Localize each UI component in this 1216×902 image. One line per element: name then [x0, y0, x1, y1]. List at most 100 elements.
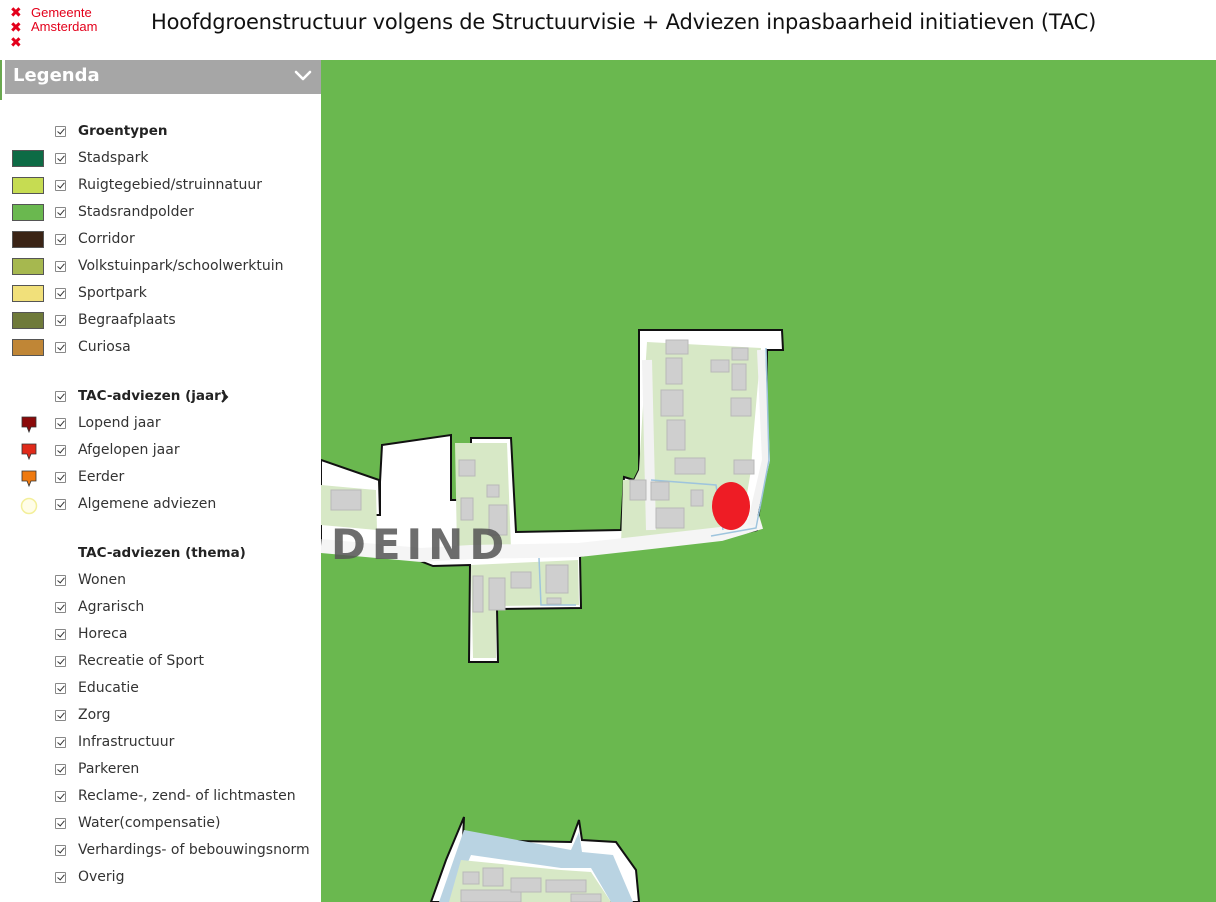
legend-item-groentype[interactable]: Sportpark — [0, 283, 321, 305]
color-swatch — [12, 258, 44, 275]
marker-red-icon — [21, 443, 37, 461]
legend-checkbox[interactable] — [55, 656, 66, 667]
legend-item-tac-thema[interactable]: Infrastructuur — [0, 732, 321, 754]
legend-item-label: Overig — [78, 869, 125, 885]
legend-item-tac-jaar[interactable]: Eerder — [0, 467, 321, 489]
legend-checkbox[interactable] — [55, 315, 66, 326]
legend-item-label: Horeca — [78, 626, 128, 642]
page-title: Hoofdgroenstructuur volgens de Structuur… — [151, 10, 1097, 34]
legend-group-tac-thema: TAC-adviezen (thema) — [0, 543, 321, 565]
chevron-right-icon[interactable] — [220, 391, 230, 403]
logo-text-line1: Gemeente — [31, 5, 92, 20]
legend-checkbox[interactable] — [55, 288, 66, 299]
legend-item-groentype[interactable]: Stadspark — [0, 148, 321, 170]
legend-item-tac-thema[interactable]: Parkeren — [0, 759, 321, 781]
legend-checkbox[interactable] — [55, 737, 66, 748]
legend-item-label: Stadsrandpolder — [78, 204, 194, 220]
cross-icon: ✖ — [10, 35, 22, 51]
color-swatch — [12, 285, 44, 302]
legend-item-tac-jaar[interactable]: Lopend jaar — [0, 413, 321, 435]
legend-checkbox[interactable] — [55, 818, 66, 829]
legend-item-tac-thema[interactable]: Overig — [0, 867, 321, 889]
legend-item-label: Volkstuinpark/schoolwerktuin — [78, 258, 284, 274]
legend-item-label: Water(compensatie) — [78, 815, 221, 831]
legend-item-label: Sportpark — [78, 285, 147, 301]
legend-item-label: Stadspark — [78, 150, 149, 166]
legend-checkbox[interactable] — [55, 153, 66, 164]
legend-item-label: Wonen — [78, 572, 126, 588]
legend-item-label: Verhardings- of bebouwingsnorm — [78, 842, 310, 858]
legend-checkbox[interactable] — [55, 764, 66, 775]
legend-checkbox[interactable] — [55, 499, 66, 510]
legend-checkbox[interactable] — [55, 602, 66, 613]
legend-checkbox[interactable] — [55, 418, 66, 429]
gemeente-amsterdam-logo[interactable]: ✖ ✖ ✖ Gemeente Amsterdam — [10, 6, 130, 54]
cross-icon: ✖ — [10, 5, 22, 21]
legend-header[interactable]: Legenda — [5, 60, 321, 94]
logo-text-line2: Amsterdam — [31, 19, 98, 34]
legend-item-tac-jaar[interactable]: Afgelopen jaar — [0, 440, 321, 462]
legend-item-label: Afgelopen jaar — [78, 442, 180, 458]
legend-checkbox[interactable] — [55, 845, 66, 856]
legend-group-groentypen: Groentypen — [0, 121, 321, 143]
legend-checkbox[interactable] — [55, 207, 66, 218]
color-swatch — [12, 339, 44, 356]
legend-item-tac-thema[interactable]: Wonen — [0, 570, 321, 592]
legend-item-label: Agrarisch — [78, 599, 145, 615]
marker-orange-icon — [21, 470, 37, 488]
legend-item-label: Reclame-, zend- of lichtmasten — [78, 788, 296, 804]
legend-checkbox[interactable] — [55, 575, 66, 586]
legend-checkbox[interactable] — [55, 261, 66, 272]
group-heading-tac-jaar: TAC-adviezen (jaar) — [78, 388, 227, 404]
legend-checkbox[interactable] — [55, 342, 66, 353]
legend-item-tac-thema[interactable]: Recreatie of Sport — [0, 651, 321, 673]
chevron-down-icon[interactable] — [293, 66, 313, 86]
group-heading-groentypen: Groentypen — [78, 123, 168, 139]
legend-checkbox[interactable] — [55, 872, 66, 883]
color-swatch — [12, 312, 44, 329]
legend-item-groentype[interactable]: Volkstuinpark/schoolwerktuin — [0, 256, 321, 278]
legend-item-tac-thema[interactable]: Educatie — [0, 678, 321, 700]
legend-item-label: Educatie — [78, 680, 139, 696]
legend-checkbox[interactable] — [55, 234, 66, 245]
tac-advice-marker[interactable] — [712, 482, 750, 530]
legend-checkbox[interactable] — [55, 710, 66, 721]
legend-checkbox[interactable] — [55, 683, 66, 694]
checkbox-tac-jaar[interactable] — [55, 391, 66, 402]
legend-item-label: Eerder — [78, 469, 125, 485]
legend-checkbox[interactable] — [55, 472, 66, 483]
color-swatch — [12, 204, 44, 221]
legend-item-label: Infrastructuur — [78, 734, 175, 750]
legend-item-label: Parkeren — [78, 761, 140, 777]
legend-checkbox[interactable] — [55, 791, 66, 802]
legend-item-tac-jaar[interactable]: Algemene adviezen — [0, 494, 321, 516]
legend-item-tac-thema[interactable]: Horeca — [0, 624, 321, 646]
legend-checkbox[interactable] — [55, 445, 66, 456]
legend-item-label: Corridor — [78, 231, 135, 247]
legend-item-tac-thema[interactable]: Agrarisch — [0, 597, 321, 619]
legend-item-groentype[interactable]: Stadsrandpolder — [0, 202, 321, 224]
legend-item-label: Ruigtegebied/struinnatuur — [78, 177, 262, 193]
legend-group-tac-jaar[interactable]: TAC-adviezen (jaar) — [0, 386, 321, 408]
legend-checkbox[interactable] — [55, 629, 66, 640]
legend-item-tac-thema[interactable]: Water(compensatie) — [0, 813, 321, 835]
legend-checkbox[interactable] — [55, 180, 66, 191]
legend-item-tac-thema[interactable]: Zorg — [0, 705, 321, 727]
legend-item-label: Zorg — [78, 707, 111, 723]
legend-item-tac-thema[interactable]: Reclame-, zend- of lichtmasten — [0, 786, 321, 808]
circle-yellow-icon — [20, 497, 38, 515]
legend-title: Legenda — [13, 65, 100, 86]
legend-item-groentype[interactable]: Corridor — [0, 229, 321, 251]
legend-item-tac-thema[interactable]: Verhardings- of bebouwingsnorm — [0, 840, 321, 862]
legend-item-label: Lopend jaar — [78, 415, 161, 431]
marker-dark-red-icon — [21, 416, 37, 434]
app-header: ✖ ✖ ✖ Gemeente Amsterdam Hoofdgroenstruc… — [0, 0, 1216, 60]
cross-icon: ✖ — [10, 20, 22, 36]
checkbox-groentypen[interactable] — [55, 126, 66, 137]
legend-item-groentype[interactable]: Ruigtegebied/struinnatuur — [0, 175, 321, 197]
color-swatch — [12, 150, 44, 167]
map-canvas[interactable] — [321, 60, 1216, 902]
map-view[interactable]: DEIND — [321, 60, 1216, 902]
legend-item-groentype[interactable]: Begraafplaats — [0, 310, 321, 332]
legend-item-groentype[interactable]: Curiosa — [0, 337, 321, 359]
